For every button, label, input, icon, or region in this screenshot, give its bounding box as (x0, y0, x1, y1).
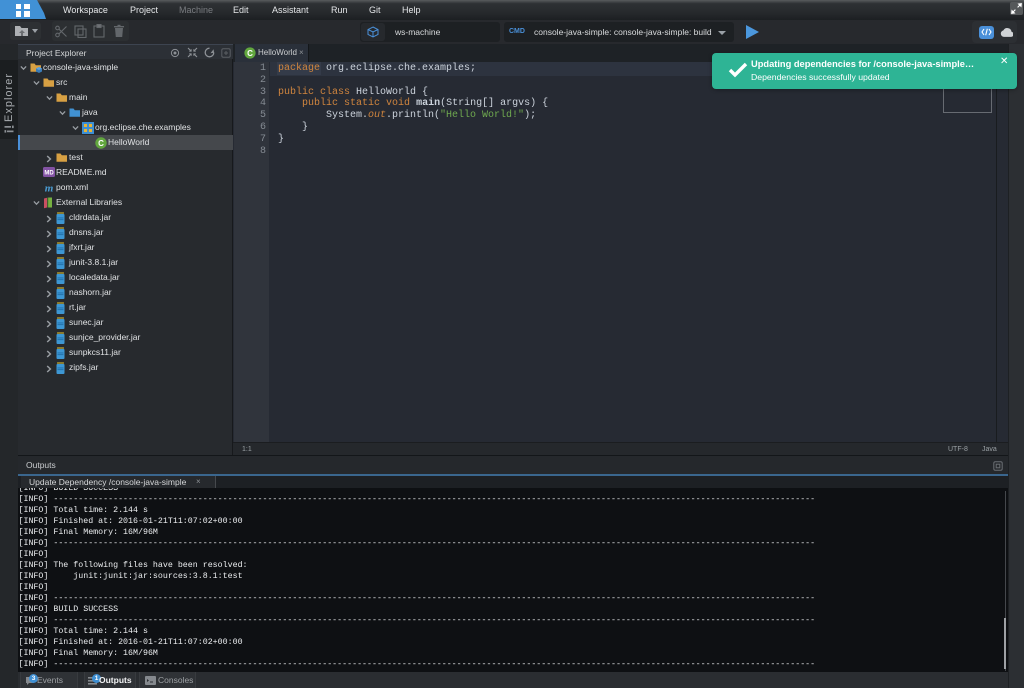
svg-text:MD: MD (44, 170, 54, 176)
svg-text:C: C (247, 49, 253, 58)
svg-text:m: m (44, 182, 53, 193)
svg-text:C: C (98, 138, 104, 147)
